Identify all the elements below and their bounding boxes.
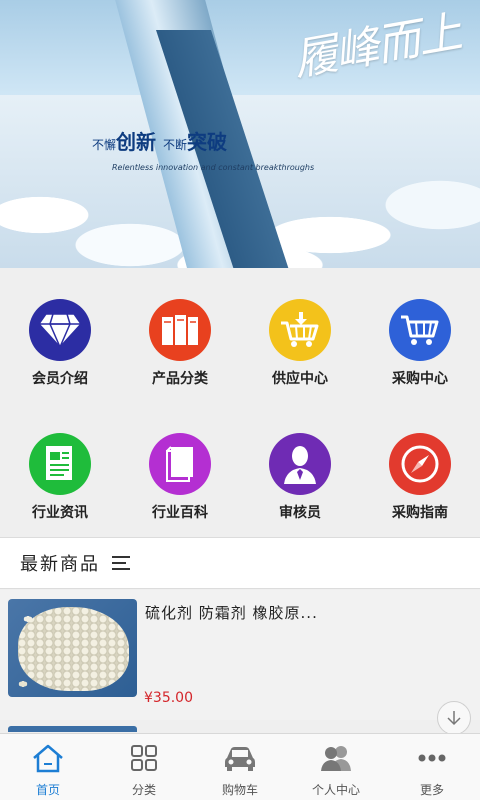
bottom-nav: 首页 分类 购物车 个人中心 更多 [0, 733, 480, 800]
book-icon [149, 433, 211, 495]
banner-slogan: 不懈创新 不断突破 [92, 126, 227, 155]
grid-item-industry-news[interactable]: 行业资讯 [0, 402, 120, 536]
scroll-down-button[interactable] [437, 701, 471, 735]
banner-calligraphy: 履峰而上 [289, 6, 464, 87]
nav-item-home[interactable]: 首页 [0, 734, 96, 800]
product-name[interactable]: 硫化剂 防霜剂 橡胶原... [145, 602, 318, 623]
diamond-icon [29, 299, 91, 361]
server-icon [149, 299, 211, 361]
grid-item-purchase-guide[interactable]: 采购指南 [360, 402, 480, 536]
grid-item-label: 产品分类 [152, 371, 208, 387]
slogan-big-1: 创新 [116, 130, 157, 154]
grid-item-label: 采购中心 [392, 371, 448, 387]
grid-item-auditor[interactable]: 审核员 [240, 402, 360, 536]
car-icon [223, 742, 257, 774]
section-title: 最新商品 [20, 554, 100, 575]
users-icon [319, 742, 353, 774]
next-product-thumbnail-partial [8, 726, 137, 732]
grid-item-member-intro[interactable]: 会员介绍 [0, 268, 120, 402]
nav-label: 个人中心 [311, 783, 360, 797]
nav-item-cart[interactable]: 购物车 [192, 734, 288, 800]
home-icon [31, 742, 65, 774]
category-grid: 会员介绍 产品分类 供应中心 采购中心 行业资讯 行业百科 审核员 采购指南 [0, 268, 480, 536]
grid-item-label: 采购指南 [392, 505, 448, 521]
nav-item-more[interactable]: 更多 [384, 734, 480, 800]
product-price: ¥35.00 [144, 690, 193, 706]
arrow-down-icon [447, 711, 461, 726]
nav-label: 分类 [131, 783, 156, 797]
slogan-small-1: 不懈 [92, 138, 117, 152]
product-list-item[interactable]: 硫化剂 防霜剂 橡胶原... ¥35.00 [0, 590, 480, 720]
compass-icon [389, 433, 451, 495]
grid-row: 会员介绍 产品分类 供应中心 采购中心 [0, 268, 480, 402]
slogan-big-2: 突破 [187, 130, 227, 154]
latest-products-header[interactable]: 最新商品 [0, 537, 480, 589]
banner-slogan-english: Relentless innovation and constant break… [112, 163, 315, 172]
product-thumbnail[interactable] [8, 599, 137, 697]
nav-label: 首页 [35, 783, 60, 797]
person-icon [269, 433, 331, 495]
list-menu-icon[interactable] [112, 556, 130, 570]
cart-icon [389, 299, 451, 361]
grid-item-label: 行业百科 [152, 505, 208, 521]
grid-item-industry-wiki[interactable]: 行业百科 [120, 402, 240, 536]
news-icon [29, 433, 91, 495]
grid-item-product-category[interactable]: 产品分类 [120, 268, 240, 402]
grid-icon [127, 742, 161, 774]
nav-label: 购物车 [221, 783, 258, 797]
slogan-small-2: 不断 [162, 138, 187, 152]
grid-item-label: 审核员 [279, 505, 321, 521]
grid-item-label: 行业资讯 [32, 505, 88, 521]
grid-row: 行业资讯 行业百科 审核员 采购指南 [0, 402, 480, 536]
nav-label: 更多 [419, 783, 444, 797]
grid-item-purchase-center[interactable]: 采购中心 [360, 268, 480, 402]
more-icon [415, 742, 449, 774]
grid-item-label: 供应中心 [272, 371, 328, 387]
nav-item-category[interactable]: 分类 [96, 734, 192, 800]
grid-item-supply-center[interactable]: 供应中心 [240, 268, 360, 402]
nav-item-personal-center[interactable]: 个人中心 [288, 734, 384, 800]
grid-item-label: 会员介绍 [32, 371, 88, 387]
cart-download-icon [269, 299, 331, 361]
banner[interactable]: 履峰而上 不懈创新 不断突破 Relentless innovation and… [0, 0, 480, 268]
